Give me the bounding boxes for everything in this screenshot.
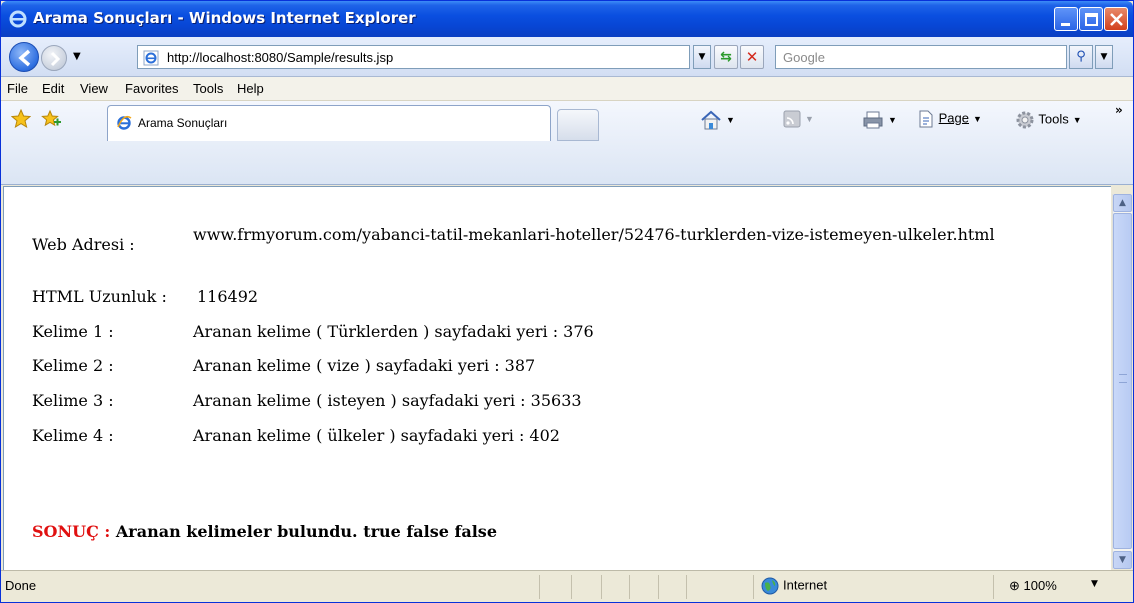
status-divider — [539, 575, 540, 599]
window-title: Arama Sonuçları - Windows Internet Explo… — [33, 9, 416, 27]
menu-help[interactable]: Help — [237, 81, 264, 96]
new-tab-button[interactable] — [557, 109, 599, 141]
globe-icon — [761, 577, 779, 595]
address-bar[interactable]: http://localhost:8080/Sample/results.jsp — [137, 45, 690, 69]
word-1-value: Aranan kelime ( Türklerden ) sayfadaki y… — [193, 322, 594, 341]
word-3-value: Aranan kelime ( isteyen ) sayfadaki yeri… — [193, 391, 582, 410]
tab-ie-icon — [117, 115, 132, 130]
result-label: SONUÇ : — [32, 522, 111, 541]
menu-bar: File Edit View Favorites Tools Help — [1, 77, 1133, 101]
search-input[interactable]: Google — [775, 45, 1067, 69]
scroll-up-button[interactable]: ▲ — [1113, 194, 1132, 212]
magnifier-icon: ⚲ — [1076, 49, 1086, 64]
tab-arama-sonuclari[interactable]: Arama Sonuçları — [107, 105, 551, 141]
status-divider — [753, 575, 754, 599]
forward-arrow-icon — [50, 51, 61, 67]
word-3-label: Kelime 3 : — [32, 391, 114, 410]
zoom-level[interactable]: ⊕ 100% — [1009, 578, 1057, 594]
close-icon — [1110, 13, 1123, 26]
result-text: Aranan kelimeler bulundu. true false fal… — [115, 522, 497, 541]
maximize-icon — [1085, 13, 1098, 26]
page-menu-label: Page — [938, 110, 969, 126]
maximize-button[interactable] — [1079, 7, 1103, 31]
print-button[interactable]: ▼ — [862, 110, 897, 132]
html-length-label: HTML Uzunluk : — [32, 287, 167, 306]
toolbar-overflow-chevron[interactable]: » — [1115, 103, 1123, 117]
recent-pages-dropdown[interactable]: ▼ — [73, 51, 81, 62]
tab-command-bar: Arama Sonuçları ▼ ▼ ▼ Page ▼ Tools ▼ » — [1, 101, 1133, 185]
status-divider — [658, 575, 659, 599]
home-button[interactable]: ▼ — [700, 110, 735, 132]
scroll-grip-icon — [1119, 374, 1127, 383]
vertical-scrollbar[interactable]: ▲ ▼ — [1112, 194, 1132, 569]
word-2-value: Aranan kelime ( vize ) sayfadaki yeri : … — [193, 356, 536, 375]
result-line: SONUÇ : Aranan kelimeler bulundu. true f… — [32, 522, 497, 541]
word-4-value: Aranan kelime ( ülkeler ) sayfadaki yeri… — [193, 426, 560, 445]
scroll-thumb[interactable] — [1113, 213, 1132, 549]
stop-icon: ✕ — [745, 48, 759, 66]
minimize-button[interactable] — [1054, 7, 1078, 31]
menu-file[interactable]: File — [7, 81, 28, 96]
refresh-button[interactable]: ⇆ — [714, 45, 738, 69]
status-divider — [993, 575, 994, 599]
status-divider — [686, 575, 687, 599]
web-address-label: Web Adresi : — [32, 235, 135, 254]
word-2-label: Kelime 2 : — [32, 356, 114, 375]
address-toolbar: ▼ http://localhost:8080/Sample/results.j… — [1, 37, 1133, 77]
refresh-icon: ⇆ — [720, 49, 732, 65]
page-menu-button[interactable]: Page ▼ — [917, 110, 982, 132]
ie-logo-icon — [9, 10, 27, 28]
search-placeholder: Google — [783, 50, 825, 65]
add-favorites-icon[interactable] — [41, 109, 61, 129]
feeds-button[interactable]: ▼ — [783, 110, 814, 132]
title-bar[interactable]: Arama Sonuçları - Windows Internet Explo… — [1, 1, 1133, 37]
status-text: Done — [5, 578, 37, 593]
zoom-value: 100% — [1023, 578, 1057, 593]
magnifier-icon: ⊕ — [1009, 578, 1020, 593]
status-divider — [571, 575, 572, 599]
tools-menu-button[interactable]: Tools ▼ — [1015, 110, 1082, 132]
address-url: http://localhost:8080/Sample/results.jsp — [167, 50, 394, 65]
security-zone[interactable]: Internet — [761, 577, 827, 595]
html-length-value: 116492 — [197, 287, 259, 306]
printer-icon — [863, 111, 883, 129]
rss-feed-icon — [783, 110, 801, 128]
word-4-label: Kelime 4 : — [32, 426, 114, 445]
menu-edit[interactable]: Edit — [42, 81, 64, 96]
menu-view[interactable]: View — [80, 81, 108, 96]
forward-button[interactable] — [41, 45, 67, 71]
search-button[interactable]: ⚲ — [1069, 45, 1093, 69]
gear-icon — [1016, 111, 1034, 129]
favorites-center-icon[interactable] — [11, 109, 31, 129]
status-divider — [601, 575, 602, 599]
home-icon — [701, 110, 721, 130]
back-arrow-icon — [18, 49, 31, 67]
page-icon — [919, 110, 933, 128]
browser-window: Arama Sonuçları - Windows Internet Explo… — [0, 0, 1134, 603]
status-divider — [629, 575, 630, 599]
address-dropdown-button[interactable]: ▼ — [693, 45, 711, 69]
back-button[interactable] — [9, 42, 39, 72]
close-button[interactable] — [1104, 7, 1128, 31]
scroll-down-button[interactable]: ▼ — [1113, 551, 1132, 569]
stop-button[interactable]: ✕ — [740, 45, 764, 69]
page-ie-icon — [143, 50, 159, 66]
menu-favorites[interactable]: Favorites — [125, 81, 178, 96]
tab-label: Arama Sonuçları — [138, 116, 228, 130]
word-1-label: Kelime 1 : — [32, 322, 114, 341]
web-address-value: www.frmyorum.com/yabanci-tatil-mekanlari… — [193, 225, 995, 244]
tools-menu-label: Tools — [1038, 111, 1069, 127]
zoom-dropdown[interactable]: ▼ — [1091, 579, 1098, 589]
status-bar: Done Internet ⊕ 100% ▼ — [1, 570, 1133, 602]
search-options-dropdown[interactable]: ▼ — [1095, 45, 1113, 69]
minimize-icon — [1061, 23, 1070, 26]
menu-tools[interactable]: Tools — [193, 81, 223, 96]
zone-label: Internet — [783, 577, 828, 593]
